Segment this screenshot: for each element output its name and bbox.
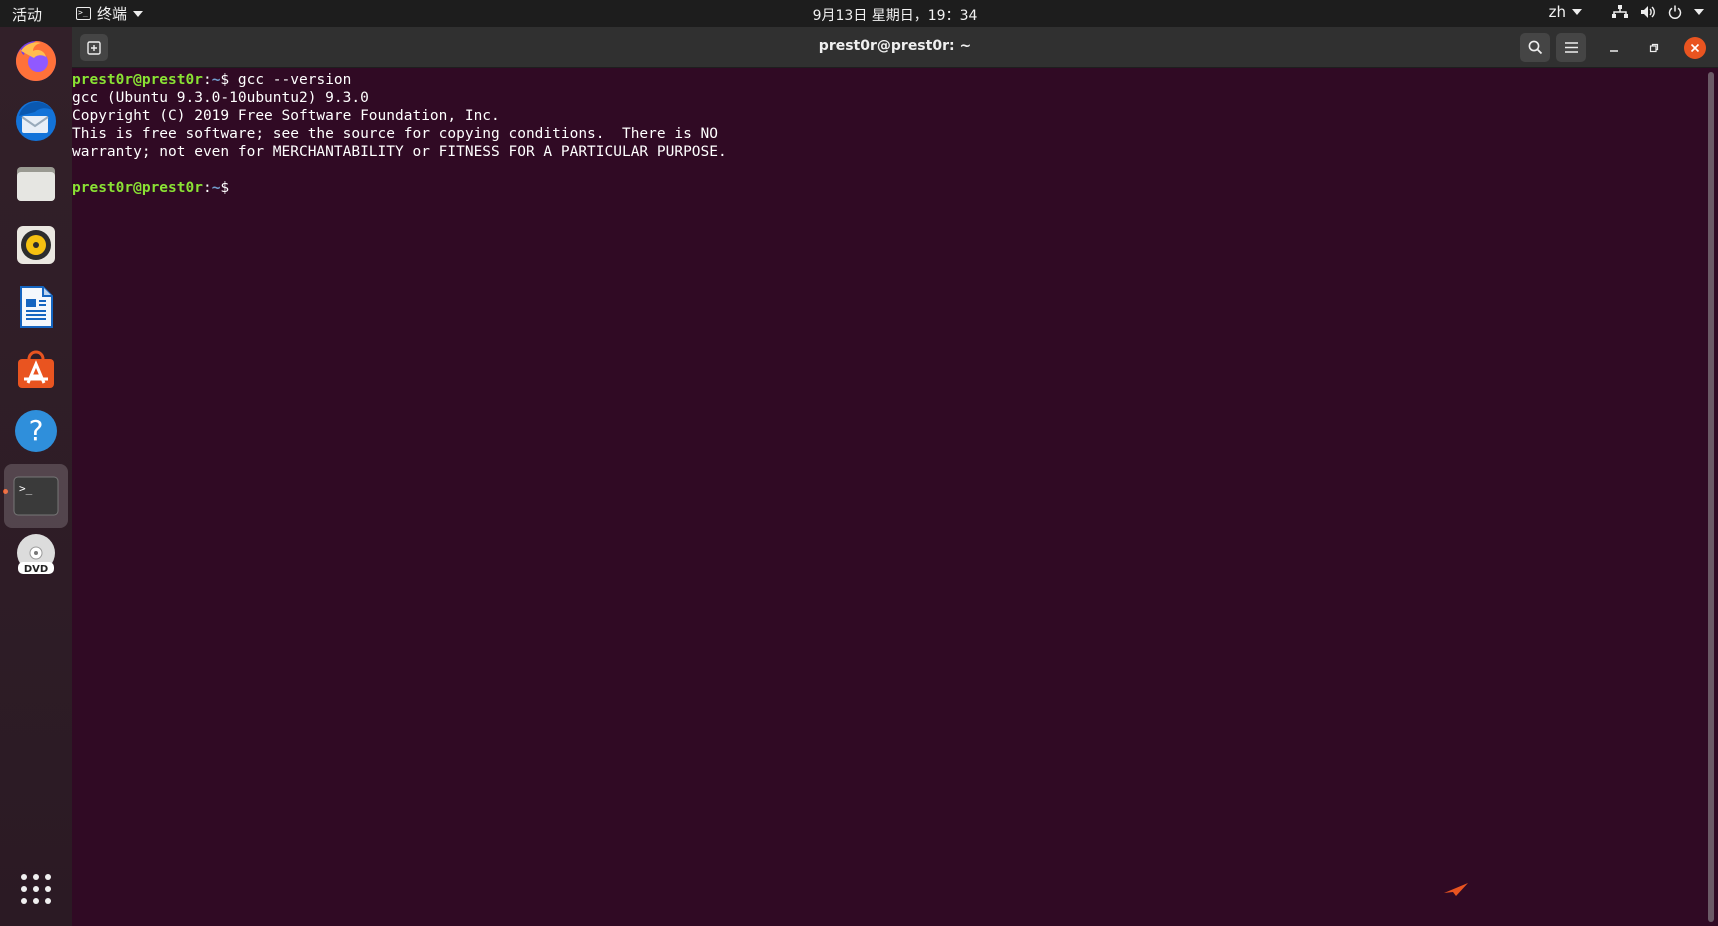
input-method-menu[interactable]: zh xyxy=(1549,3,1582,21)
minimize-button[interactable] xyxy=(1602,36,1626,60)
window-title: prest0r@prest0r: ~ xyxy=(818,38,972,54)
svg-text:?: ? xyxy=(29,414,44,447)
files-icon xyxy=(17,167,55,201)
close-button[interactable] xyxy=(1684,37,1706,59)
output-line: Copyright (C) 2019 Free Software Foundat… xyxy=(72,108,500,124)
prompt-user: prest0r@prest0r xyxy=(72,180,203,196)
rhythmbox-icon xyxy=(17,226,55,264)
prompt-symbol: $ xyxy=(220,72,238,88)
dock-files[interactable] xyxy=(8,155,64,211)
output-line: warranty; not even for MERCHANTABILITY o… xyxy=(72,144,727,160)
prompt-separator: : xyxy=(202,72,212,88)
firefox-icon xyxy=(16,41,56,81)
prompt-user: prest0r@prest0r xyxy=(72,72,203,88)
thunderbird-icon xyxy=(16,101,56,141)
output-line: gcc (Ubuntu 9.3.0-10ubuntu2) 9.3.0 xyxy=(72,90,369,106)
system-menu[interactable] xyxy=(1612,5,1704,19)
svg-text:DVD: DVD xyxy=(24,564,48,575)
prompt-line: prest0r@prest0r:~$ xyxy=(72,179,1718,197)
menu-button[interactable] xyxy=(1556,33,1586,62)
prompt-symbol: $ xyxy=(220,180,230,196)
terminal-content[interactable]: prest0r@prest0r:~$ gcc --version gcc (Ub… xyxy=(72,68,1718,926)
libreoffice-writer-icon xyxy=(20,286,53,328)
hamburger-icon xyxy=(1564,42,1578,53)
terminal-icon: >_ xyxy=(13,476,59,516)
help-icon: ? xyxy=(15,410,57,452)
dock-terminal[interactable]: >_ xyxy=(4,464,68,528)
scrollbar[interactable] xyxy=(1708,72,1714,922)
power-icon xyxy=(1668,5,1682,19)
restore-icon xyxy=(1649,43,1659,53)
prompt-separator: : xyxy=(202,180,212,196)
command-line: prest0r@prest0r:~$ gcc --version xyxy=(72,71,1718,89)
dock-rhythmbox[interactable] xyxy=(8,217,64,273)
top-bar: 活动 >_ 终端 9月13日 星期日，19：34 zh xyxy=(0,0,1718,27)
dock-software[interactable] xyxy=(8,341,64,397)
search-icon xyxy=(1528,40,1542,55)
chevron-down-icon xyxy=(1572,9,1582,15)
clock[interactable]: 9月13日 星期日，19：34 xyxy=(0,5,1718,25)
dock-firefox[interactable] xyxy=(8,32,64,88)
app-grid-icon xyxy=(21,874,51,904)
command-text: gcc --version xyxy=(237,72,352,88)
terminal-window: prest0r@prest0r: ~ prest0r@prest0r:~$ gc… xyxy=(72,27,1718,926)
dock-show-apps[interactable] xyxy=(8,861,64,917)
network-icon xyxy=(1612,5,1628,19)
dock-help[interactable]: ? xyxy=(8,403,64,459)
output-line: This is free software; see the source fo… xyxy=(72,126,719,142)
close-icon xyxy=(1690,43,1700,53)
chevron-down-icon xyxy=(1694,9,1704,15)
dvd-icon: DVD xyxy=(17,534,55,575)
dock: ? >_ DVD xyxy=(0,27,72,926)
software-center-icon xyxy=(18,350,54,388)
minimize-icon xyxy=(1610,50,1618,52)
input-method-label: zh xyxy=(1548,3,1566,21)
svg-text:>_: >_ xyxy=(19,482,33,495)
restore-button[interactable] xyxy=(1642,36,1666,60)
search-button[interactable] xyxy=(1520,33,1550,62)
dock-dvd[interactable]: DVD xyxy=(8,527,64,583)
title-bar[interactable]: prest0r@prest0r: ~ xyxy=(72,27,1718,68)
mouse-cursor-icon xyxy=(1444,883,1468,896)
dock-thunderbird[interactable] xyxy=(8,93,64,149)
volume-icon xyxy=(1640,5,1656,19)
dock-writer[interactable] xyxy=(8,279,64,335)
